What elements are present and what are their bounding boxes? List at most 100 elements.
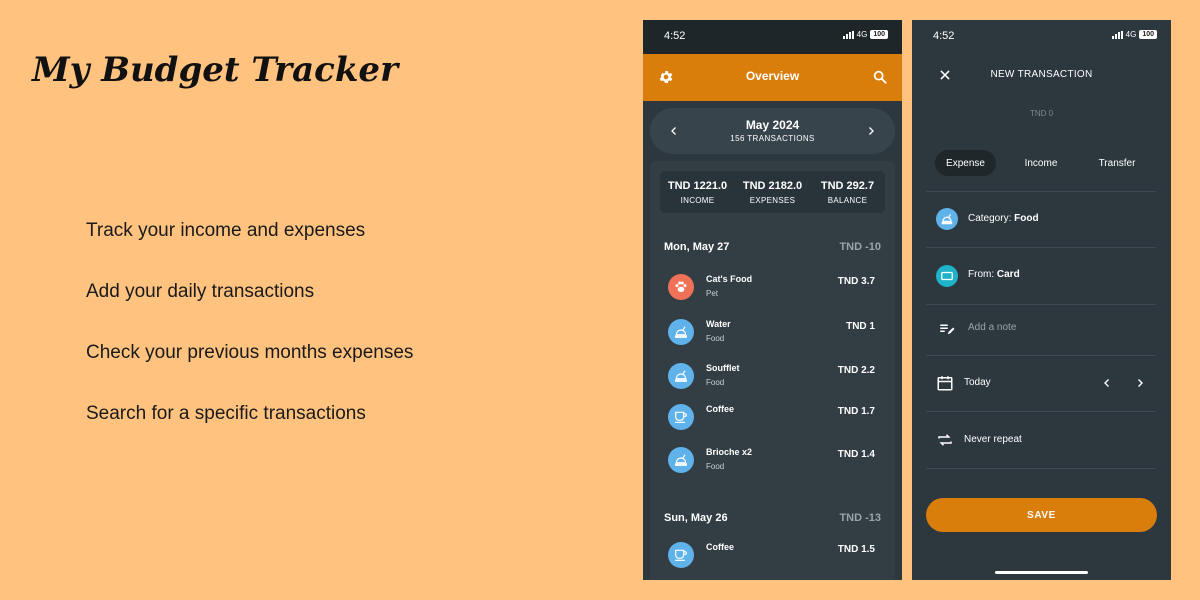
signal-icon bbox=[842, 30, 854, 39]
chevron-left-icon[interactable] bbox=[1101, 377, 1113, 389]
transaction-row[interactable]: Cat's Food Pet TND 3.7 bbox=[664, 270, 881, 306]
home-indicator bbox=[995, 571, 1088, 574]
tab-expense[interactable]: Expense bbox=[935, 150, 996, 176]
signal-icon bbox=[1111, 30, 1123, 39]
screen-title: Overview bbox=[745, 69, 800, 83]
coffee-icon bbox=[668, 542, 694, 568]
chevron-right-icon[interactable] bbox=[1134, 377, 1146, 389]
transaction-amount: TND 2.2 bbox=[837, 365, 875, 376]
new-transaction-screen: 4:52 4G 100 NEW TRANSACTION TND 0 Expens… bbox=[912, 20, 1171, 580]
divider bbox=[926, 247, 1156, 248]
from-value: Card bbox=[996, 269, 1020, 280]
category-label: Category: bbox=[968, 213, 1012, 224]
food-icon bbox=[668, 363, 694, 389]
app-title: My Budget Tracker bbox=[32, 50, 398, 90]
transaction-category: Food bbox=[706, 378, 725, 387]
tab-income[interactable]: Income bbox=[1010, 150, 1072, 176]
transaction-row[interactable]: Water Food TND 1 bbox=[664, 315, 881, 351]
feature-list: Track your income and expenses Add your … bbox=[86, 220, 413, 464]
feature-item: Add your daily transactions bbox=[86, 281, 315, 302]
search-icon[interactable] bbox=[872, 69, 888, 85]
divider bbox=[926, 191, 1156, 192]
income-label: INCOME bbox=[680, 196, 715, 205]
status-bar: 4:52 4G 100 bbox=[643, 20, 902, 54]
amount-display[interactable]: TND 0 bbox=[912, 109, 1171, 118]
battery-icon: 100 bbox=[870, 30, 888, 39]
transaction-row[interactable]: Brioche x2 Food TND 1.4 bbox=[664, 443, 881, 479]
card-icon bbox=[936, 265, 958, 287]
edit-note-icon bbox=[940, 324, 955, 335]
transaction-row[interactable]: Soufflet Food TND 2.2 bbox=[664, 359, 881, 395]
day-date: Sun, May 26 bbox=[664, 512, 728, 524]
category-value: Food bbox=[1014, 213, 1039, 224]
overview-screen: 4:52 4G 100 Overview May 2024 156 TRANSA… bbox=[643, 20, 902, 580]
divider bbox=[926, 304, 1156, 305]
summary-expenses: TND 2182.0 EXPENSES bbox=[735, 171, 810, 213]
transaction-amount: TND 1 bbox=[846, 321, 875, 332]
network-label: 4G bbox=[1125, 30, 1137, 39]
month-name: May 2024 bbox=[745, 118, 800, 132]
category-field: Category: Food bbox=[968, 213, 1039, 224]
status-indicators: 4G 100 bbox=[842, 30, 888, 39]
transactions-list: TND 1221.0 INCOME TND 2182.0 EXPENSES TN… bbox=[650, 161, 895, 580]
status-indicators: 4G 100 bbox=[1111, 30, 1157, 39]
summary-income: TND 1221.0 INCOME bbox=[660, 171, 735, 213]
transaction-name: Coffee bbox=[706, 404, 735, 414]
transaction-name: Water bbox=[706, 319, 731, 329]
chevron-right-icon[interactable] bbox=[865, 125, 877, 137]
day-date: Mon, May 27 bbox=[664, 241, 730, 253]
day-header: Mon, May 27 TND -10 bbox=[664, 241, 881, 253]
repeat-value[interactable]: Never repeat bbox=[964, 434, 1022, 445]
date-value[interactable]: Today bbox=[964, 377, 991, 388]
day-total: TND -13 bbox=[839, 512, 881, 524]
transaction-category: Food bbox=[706, 334, 725, 343]
status-time: 4:52 bbox=[664, 30, 686, 42]
transaction-amount: TND 1.5 bbox=[837, 544, 875, 555]
day-total: TND -10 bbox=[839, 241, 881, 253]
transaction-row[interactable]: Coffee TND 1.7 bbox=[664, 400, 881, 436]
transaction-name: Soufflet bbox=[706, 363, 740, 373]
summary-panel: TND 1221.0 INCOME TND 2182.0 EXPENSES TN… bbox=[660, 171, 885, 213]
feature-item: Track your income and expenses bbox=[86, 220, 366, 241]
status-time: 4:52 bbox=[933, 30, 955, 42]
coffee-icon bbox=[668, 404, 694, 430]
divider bbox=[926, 468, 1156, 469]
transaction-category: Pet bbox=[706, 289, 719, 298]
summary-balance: TND 292.7 BALANCE bbox=[810, 171, 885, 213]
network-label: 4G bbox=[856, 30, 868, 39]
feature-item: Search for a specific transactions bbox=[86, 403, 366, 424]
paw-icon bbox=[668, 274, 694, 300]
divider bbox=[926, 355, 1156, 356]
calendar-icon bbox=[937, 376, 953, 391]
income-value: TND 1221.0 bbox=[667, 180, 728, 192]
expenses-label: EXPENSES bbox=[749, 196, 796, 205]
transaction-amount: TND 1.4 bbox=[837, 449, 875, 460]
transaction-category: Food bbox=[706, 462, 725, 471]
food-icon bbox=[668, 447, 694, 473]
save-button[interactable]: SAVE bbox=[926, 498, 1157, 532]
top-app-bar: Overview bbox=[643, 54, 902, 101]
feature-item: Check your previous months expenses bbox=[86, 342, 414, 363]
transaction-amount: TND 1.7 bbox=[837, 406, 875, 417]
repeat-icon bbox=[938, 434, 952, 446]
screen-title: NEW TRANSACTION bbox=[990, 69, 1093, 80]
expenses-value: TND 2182.0 bbox=[742, 180, 803, 192]
from-label: From: bbox=[968, 269, 995, 280]
transaction-name: Cat's Food bbox=[706, 274, 753, 284]
account-field: From: Card bbox=[968, 269, 1020, 280]
battery-icon: 100 bbox=[1139, 30, 1157, 39]
food-icon bbox=[668, 319, 694, 345]
divider bbox=[926, 411, 1156, 412]
transaction-amount: TND 3.7 bbox=[837, 276, 875, 287]
transaction-name: Brioche x2 bbox=[706, 447, 753, 457]
balance-value: TND 292.7 bbox=[820, 180, 875, 192]
tab-transfer[interactable]: Transfer bbox=[1086, 150, 1148, 176]
transaction-count: 156 TRANSACTIONS bbox=[730, 134, 815, 143]
balance-label: BALANCE bbox=[827, 196, 868, 205]
status-bar: 4:52 4G 100 bbox=[912, 20, 1171, 54]
note-input[interactable]: Add a note bbox=[968, 322, 1016, 333]
month-selector: May 2024 156 TRANSACTIONS bbox=[650, 108, 895, 154]
food-icon bbox=[936, 208, 958, 230]
day-header: Sun, May 26 TND -13 bbox=[664, 512, 881, 524]
transaction-row[interactable]: Coffee TND 1.5 bbox=[664, 538, 881, 574]
